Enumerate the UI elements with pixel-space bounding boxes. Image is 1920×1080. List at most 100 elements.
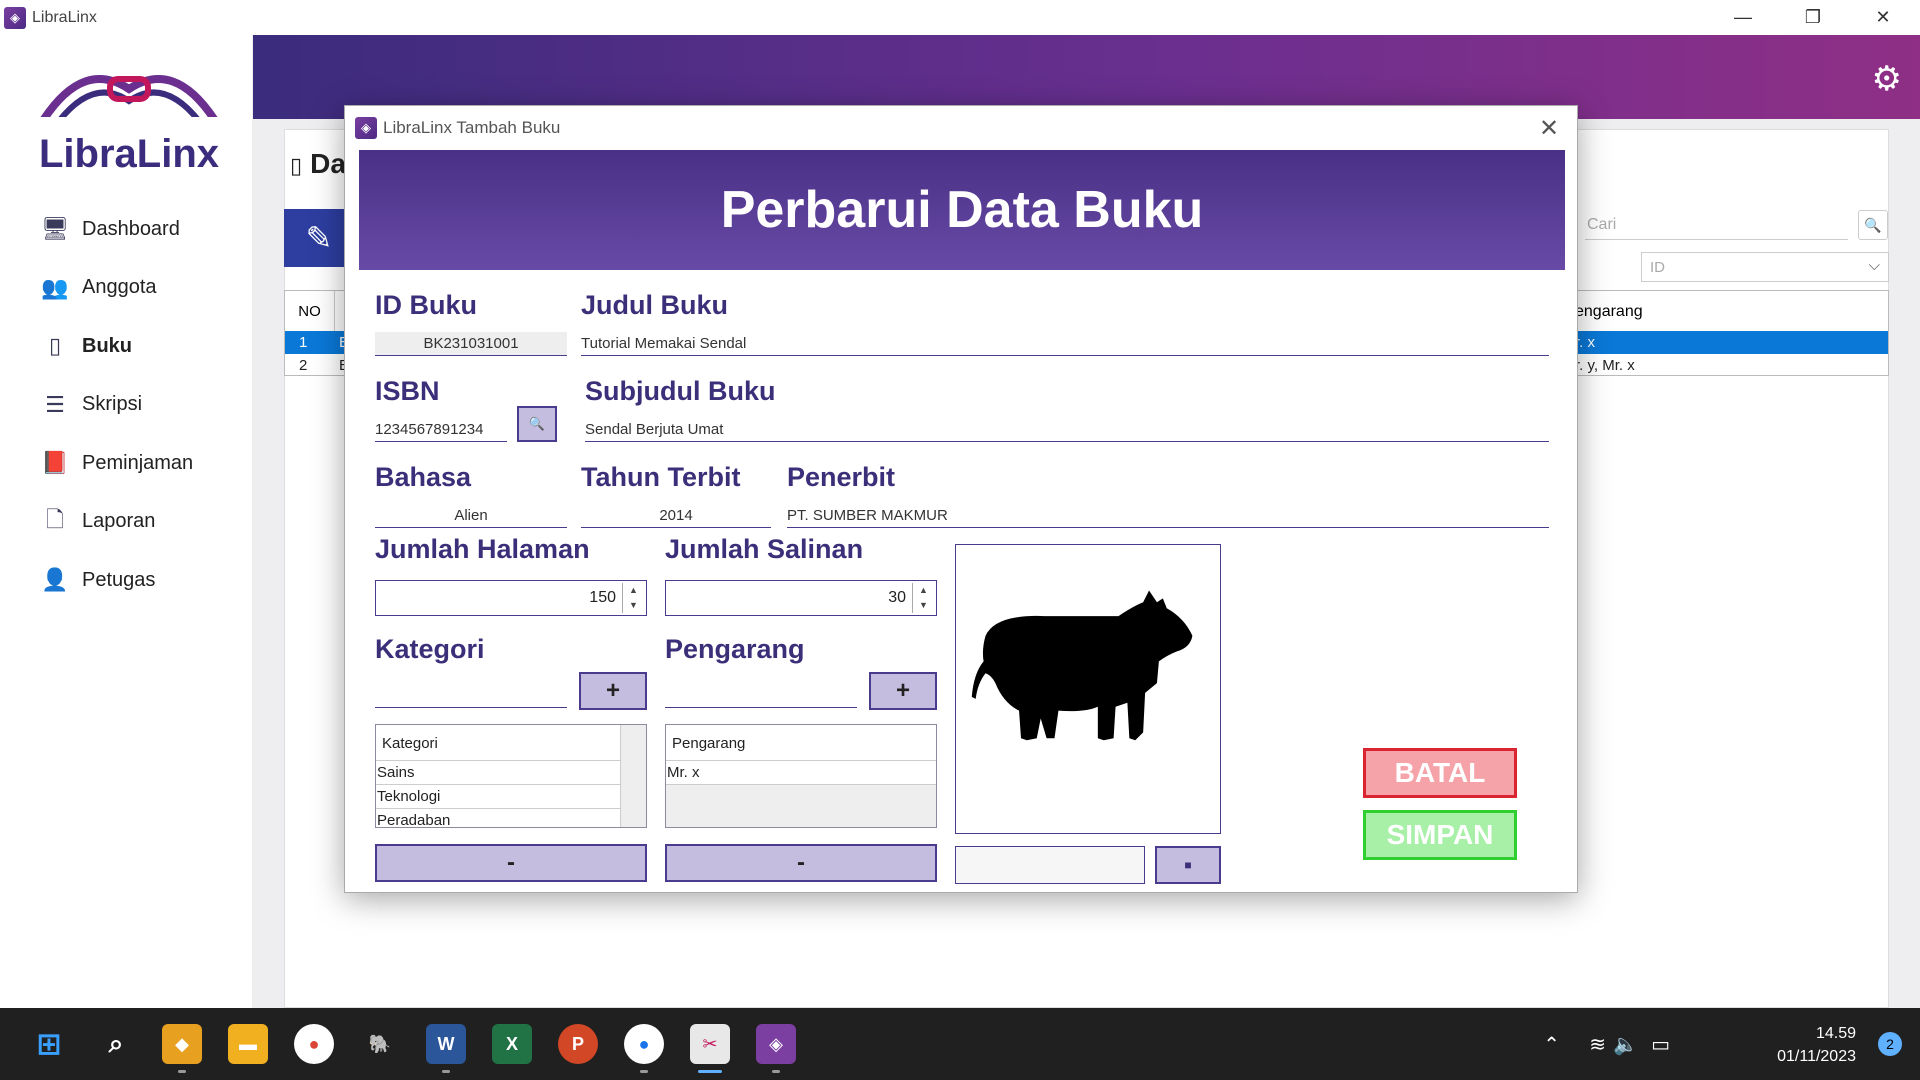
isbn-search-button[interactable]: 🔍 xyxy=(517,406,557,442)
system-tray: ⌃ ≋ 🔈 ▭ 14.59 01/11/2023 2 xyxy=(1520,1008,1920,1080)
list-icon: ☰ xyxy=(45,391,65,417)
chevron-up-icon[interactable]: ⌃ xyxy=(1543,1032,1560,1057)
filter-select[interactable]: ID ⌵ xyxy=(1641,252,1889,282)
isbn-input[interactable]: 1234567891234 xyxy=(375,418,507,442)
libralinx-icon[interactable]: ◈ xyxy=(756,1024,796,1064)
kategori-input[interactable] xyxy=(375,678,567,708)
remove-kategori-button[interactable]: - xyxy=(375,844,647,882)
simpan-button[interactable]: SIMPAN xyxy=(1363,810,1517,860)
app-logo-icon: ◈ xyxy=(4,6,26,29)
search-input[interactable]: Cari xyxy=(1585,210,1848,240)
search-icon: 🔍 xyxy=(1864,216,1882,233)
restore-icon[interactable]: ❐ xyxy=(1778,0,1848,35)
clock[interactable]: 14.59 01/11/2023 xyxy=(1777,1022,1856,1068)
notification-badge[interactable]: 2 xyxy=(1878,1032,1902,1056)
tahun-terbit-input[interactable]: 2014 xyxy=(581,504,771,528)
batal-button[interactable]: BATAL xyxy=(1363,748,1517,798)
sidebar-item-anggota[interactable]: 👥 Anggota xyxy=(40,259,193,318)
monitor-icon: 🖥 xyxy=(41,216,69,242)
sidebar-item-petugas[interactable]: 👤 Petugas xyxy=(40,551,193,610)
volume-icon[interactable]: 🔈 xyxy=(1613,1032,1638,1057)
running-indicator xyxy=(772,1070,780,1073)
list-item[interactable]: Sains xyxy=(376,761,646,785)
subjudul-buku-input[interactable]: Sendal Berjuta Umat xyxy=(585,418,1549,442)
label-id-buku: ID Buku xyxy=(375,290,478,320)
running-indicator xyxy=(442,1070,450,1073)
close-icon[interactable]: ✕ xyxy=(1531,110,1567,146)
sidebar-item-label: Anggota xyxy=(82,276,157,299)
book-return-icon: 📕 xyxy=(41,450,69,476)
sidebar-item-laporan[interactable]: 🗋 Laporan xyxy=(40,493,193,552)
add-pengarang-button[interactable]: + xyxy=(869,672,937,710)
sidebar: LibraLinx 🖥 Dashboard 👥 Anggota ▯ Buku ☰… xyxy=(0,35,253,1008)
word-icon[interactable]: W xyxy=(426,1024,466,1064)
sidebar-item-dashboard[interactable]: 🖥 Dashboard xyxy=(40,200,193,259)
label-judul-buku: Judul Buku xyxy=(581,290,728,320)
remove-pengarang-button[interactable]: - xyxy=(665,844,937,882)
sidebar-item-buku[interactable]: ▯ Buku xyxy=(40,317,193,376)
label-tahun-terbit: Tahun Terbit xyxy=(581,462,741,492)
label-bahasa: Bahasa xyxy=(375,462,472,492)
label-kategori: Kategori xyxy=(375,634,485,664)
image-path-field[interactable] xyxy=(955,846,1145,884)
kategori-list[interactable]: Kategori Sains Teknologi Peradaban xyxy=(375,724,647,828)
powerpoint-icon[interactable]: P xyxy=(558,1024,598,1064)
list-header: Kategori xyxy=(376,725,646,761)
list-item[interactable]: Mr. x xyxy=(666,761,936,785)
jumlah-salinan-stepper[interactable]: 30 ▲ ▼ xyxy=(665,580,937,616)
taskbar: ⊞ ⌕ ◆ ▬ ● 🐘 W X P ● ✂ ◈ ⌃ ≋ 🔈 ▭ 14.59 01… xyxy=(0,1008,1920,1080)
gear-icon[interactable]: ⚙ xyxy=(1872,59,1902,99)
window-titlebar: ◈ LibraLinx — ❐ ✕ xyxy=(0,0,1920,35)
app-logo-icon: ◈ xyxy=(355,117,377,139)
jumlah-halaman-stepper[interactable]: 150 ▲ ▼ xyxy=(375,580,647,616)
postgres-icon[interactable]: 🐘 xyxy=(360,1024,400,1064)
search-icon: 🔍 xyxy=(528,416,546,431)
folder-icon: ■ xyxy=(1184,858,1192,872)
file-explorer-icon[interactable]: ▬ xyxy=(228,1024,268,1064)
sidebar-item-label: Petugas xyxy=(82,568,156,591)
column-header-no: NO xyxy=(285,291,335,331)
label-subjudul-buku: Subjudul Buku xyxy=(585,376,776,406)
sidebar-nav: 🖥 Dashboard 👥 Anggota ▯ Buku ☰ Skripsi 📕… xyxy=(40,200,193,610)
book-icon: ▯ xyxy=(290,153,303,178)
penerbit-input[interactable]: PT. SUMBER MAKMUR xyxy=(787,504,1549,528)
app-cube-icon[interactable]: ◆ xyxy=(162,1024,202,1064)
dialog-titlebar: ◈ LibraLinx Tambah Buku ✕ xyxy=(345,106,1577,150)
sidebar-item-label: Skripsi xyxy=(82,393,143,416)
wifi-icon[interactable]: ≋ xyxy=(1589,1032,1606,1057)
stepper-arrows[interactable]: ▲ ▼ xyxy=(622,583,644,613)
close-icon[interactable]: ✕ xyxy=(1848,0,1918,35)
pengarang-list[interactable]: Pengarang Mr. x xyxy=(665,724,937,828)
sidebar-item-label: Laporan xyxy=(82,510,156,533)
book-icon: ▯ xyxy=(48,333,62,359)
search-icon[interactable]: ⌕ xyxy=(96,1024,136,1064)
logo-text: LibraLinx xyxy=(39,132,219,176)
window-title: LibraLinx xyxy=(32,8,97,26)
pengarang-input[interactable] xyxy=(665,678,857,708)
sidebar-item-label: Buku xyxy=(82,334,132,357)
users-icon: 👥 xyxy=(41,274,69,300)
snipping-icon[interactable]: ✂ xyxy=(690,1024,730,1064)
sidebar-item-skripsi[interactable]: ☰ Skripsi xyxy=(40,376,193,435)
battery-icon[interactable]: ▭ xyxy=(1651,1032,1670,1057)
chrome-icon[interactable]: ● xyxy=(294,1024,334,1064)
add-kategori-button[interactable]: + xyxy=(579,672,647,710)
list-item[interactable]: Peradaban xyxy=(376,809,646,827)
page-title: ▯ Da xyxy=(290,148,346,179)
judul-buku-input[interactable]: Tutorial Memakai Sendal xyxy=(581,332,1549,356)
start-icon[interactable]: ⊞ xyxy=(29,1024,69,1064)
list-item[interactable]: Teknologi xyxy=(376,785,646,809)
list-header: Pengarang xyxy=(666,725,936,761)
stepper-arrows[interactable]: ▲ ▼ xyxy=(912,583,934,613)
bahasa-input[interactable]: Alien xyxy=(375,504,567,528)
sidebar-item-peminjaman[interactable]: 📕 Peminjaman xyxy=(40,434,193,493)
chevron-down-icon: ⌵ xyxy=(1868,257,1880,274)
update-book-dialog: ◈ LibraLinx Tambah Buku ✕ Perbarui Data … xyxy=(344,105,1578,893)
scrollbar[interactable] xyxy=(620,725,646,827)
chrome-dev-icon[interactable]: ● xyxy=(624,1024,664,1064)
search-button[interactable]: 🔍 xyxy=(1858,210,1888,240)
id-buku-field: BK231031001 xyxy=(375,332,567,356)
minimize-icon[interactable]: — xyxy=(1708,0,1778,35)
excel-icon[interactable]: X xyxy=(492,1024,532,1064)
browse-image-button[interactable]: ■ xyxy=(1155,846,1221,884)
